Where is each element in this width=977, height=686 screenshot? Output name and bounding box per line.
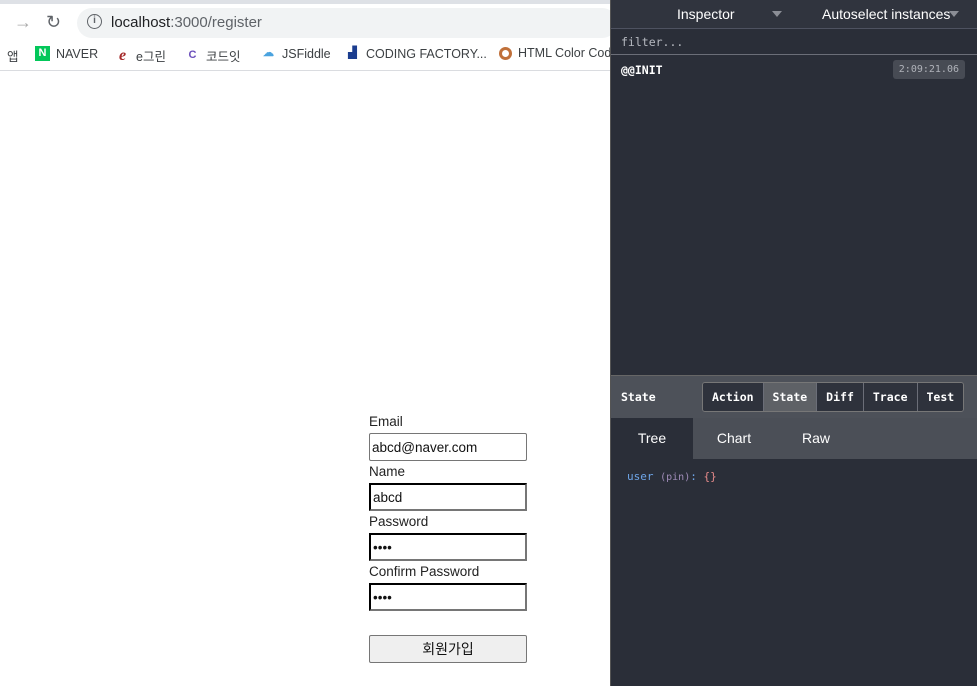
instance-select[interactable]: Autoselect instances: [822, 6, 950, 22]
action-button[interactable]: Action: [703, 383, 764, 411]
tab-tree[interactable]: Tree: [611, 418, 693, 459]
bookmark-html-color[interactable]: HTML Color Codes: [499, 46, 610, 60]
test-button[interactable]: Test: [917, 383, 964, 411]
action-list-item[interactable]: @@INIT 2:09:21.06: [611, 55, 977, 85]
state-tabs: Tree Chart Raw: [611, 418, 977, 459]
codingfactory-icon: ▟: [348, 47, 357, 59]
email-label: Email: [369, 414, 403, 429]
info-icon[interactable]: i: [87, 14, 102, 29]
address-bar-row: → ↻ i localhost:3000/register: [0, 4, 617, 38]
confirm-password-field[interactable]: [369, 583, 527, 611]
password-field[interactable]: [369, 533, 527, 561]
bookmark-coding-factory[interactable]: ▟ CODING FACTORY...: [345, 46, 487, 61]
forward-icon[interactable]: →: [14, 12, 32, 33]
jsfiddle-icon: ☁: [263, 47, 274, 59]
naver-icon: N: [35, 46, 50, 61]
state-button[interactable]: State: [763, 383, 818, 411]
register-button[interactable]: 회원가입: [369, 635, 527, 663]
password-label: Password: [369, 514, 429, 529]
tab-raw[interactable]: Raw: [775, 418, 857, 459]
state-label: State: [621, 390, 656, 404]
bookmark-egreen[interactable]: e e그린: [115, 46, 166, 65]
tab-chart[interactable]: Chart: [693, 418, 775, 459]
redux-devtools-panel: Inspector Autoselect instances filter...…: [610, 0, 977, 686]
chevron-down-icon: [949, 11, 959, 17]
trace-button[interactable]: Trace: [863, 383, 918, 411]
bookmark-apps[interactable]: 앱: [7, 46, 19, 65]
register-form: Email Name Password Confirm Password 회원가…: [369, 414, 529, 663]
reload-icon[interactable]: ↻: [46, 12, 61, 33]
state-tree: user (pin): {}: [627, 470, 717, 483]
tree-value: {}: [703, 470, 717, 483]
name-field[interactable]: [369, 483, 527, 511]
action-timestamp: 2:09:21.06: [892, 60, 965, 79]
bookmarks-bar: 앱 N NAVER e e그린 C 코드잇 ☁ JSFiddle ▟ CODING FAC…: [0, 38, 610, 71]
htmlcolor-icon: [499, 46, 512, 60]
state-toolbar: State Action State Diff Trace Test: [611, 375, 977, 418]
bookmark-codeit[interactable]: C 코드잇: [185, 46, 241, 65]
diff-button[interactable]: Diff: [817, 383, 864, 411]
view-switcher: Action State Diff Trace Test: [702, 382, 965, 412]
egreen-icon: e: [118, 47, 127, 64]
filter-input[interactable]: filter...: [611, 29, 977, 55]
bookmark-naver[interactable]: N NAVER: [35, 46, 98, 61]
codeit-icon: C: [188, 49, 197, 61]
bookmark-jsfiddle[interactable]: ☁ JSFiddle: [261, 46, 331, 61]
chevron-down-icon: [772, 11, 782, 17]
devtools-header: Inspector Autoselect instances: [611, 0, 977, 29]
tree-key[interactable]: user: [627, 470, 654, 483]
email-field[interactable]: [369, 433, 527, 461]
url-input[interactable]: i localhost:3000/register: [77, 8, 617, 38]
confirm-password-label: Confirm Password: [369, 564, 480, 579]
tree-pin[interactable]: (pin): [660, 472, 690, 483]
monitor-select[interactable]: Inspector: [677, 6, 735, 22]
name-label: Name: [369, 464, 406, 479]
